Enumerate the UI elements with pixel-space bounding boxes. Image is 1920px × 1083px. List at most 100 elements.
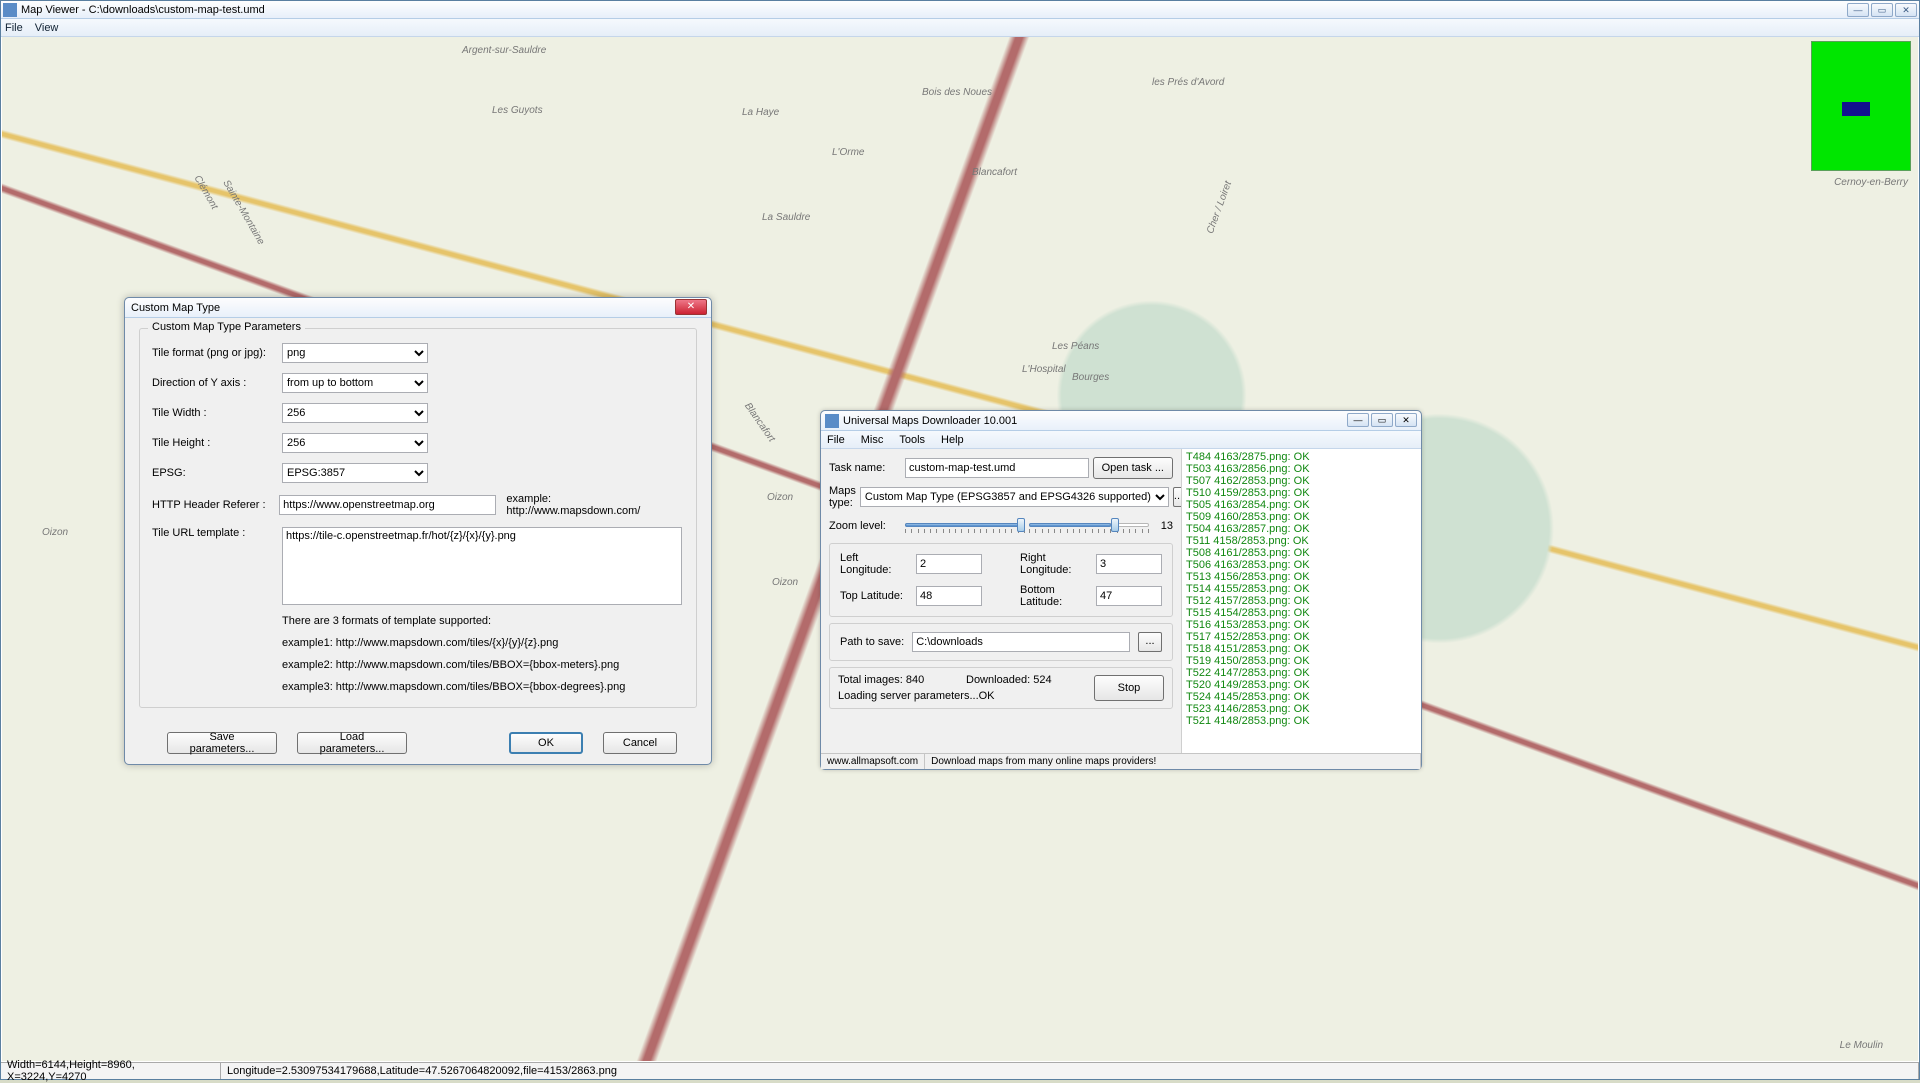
menu-help[interactable]: Help — [941, 434, 964, 446]
main-menubar: File View — [1, 19, 1919, 37]
downloaded-label: Downloaded: — [966, 674, 1030, 686]
log-line: T519 4150/2853.png: OK — [1186, 655, 1417, 667]
app-icon — [825, 414, 839, 428]
log-line: T522 4147/2853.png: OK — [1186, 667, 1417, 679]
place-label: les Prés d'Avord — [1152, 77, 1224, 88]
status-message: Download maps from many online maps prov… — [925, 754, 1421, 769]
overview-map[interactable] — [1811, 41, 1911, 171]
menu-file[interactable]: File — [5, 22, 23, 34]
path-browse-button[interactable]: ... — [1138, 632, 1162, 652]
log-hscroll[interactable] — [1182, 737, 1421, 753]
stop-button[interactable]: Stop — [1094, 675, 1164, 701]
url-template-input[interactable]: https://tile-c.openstreetmap.fr/hot/{z}/… — [282, 527, 682, 605]
download-log[interactable]: T484 4163/2875.png: OKT503 4163/2856.png… — [1182, 449, 1421, 737]
place-label: Cernoy-en-Berry — [1834, 177, 1908, 188]
cancel-button[interactable]: Cancel — [603, 732, 677, 754]
right-longitude-input[interactable] — [1096, 554, 1162, 574]
custom-map-type-dialog: Custom Map Type ✕ Custom Map Type Parame… — [124, 297, 712, 765]
log-line: T484 4163/2875.png: OK — [1186, 451, 1417, 463]
zoom-slider-max[interactable] — [1029, 515, 1149, 537]
total-images-value: 840 — [906, 674, 924, 686]
log-line: T506 4163/2853.png: OK — [1186, 559, 1417, 571]
downloader-titlebar[interactable]: Universal Maps Downloader 10.001 — ▭ ✕ — [821, 411, 1421, 431]
left-longitude-label: Left Longitude: — [840, 552, 908, 576]
path-input[interactable] — [912, 632, 1130, 652]
dialog-titlebar[interactable]: Custom Map Type ✕ — [125, 298, 711, 318]
menu-tools[interactable]: Tools — [899, 434, 925, 446]
downloaded-value: 524 — [1033, 674, 1051, 686]
top-latitude-input[interactable] — [916, 586, 982, 606]
right-longitude-label: Right Longitude: — [1020, 552, 1088, 576]
referer-example: example: http://www.mapsdown.com/ — [506, 493, 684, 517]
top-latitude-label: Top Latitude: — [840, 590, 908, 602]
parameters-groupbox: Custom Map Type Parameters Tile format (… — [139, 328, 697, 708]
slider-thumb[interactable] — [1017, 518, 1025, 532]
app-icon — [3, 3, 17, 17]
log-line: T517 4152/2853.png: OK — [1186, 631, 1417, 643]
log-line: T508 4161/2853.png: OK — [1186, 547, 1417, 559]
menu-misc[interactable]: Misc — [861, 434, 884, 446]
status-website: www.allmapsoft.com — [821, 754, 925, 769]
place-label: Le Moulin — [1840, 1040, 1883, 1051]
maximize-button[interactable]: ▭ — [1371, 413, 1393, 427]
zoom-slider-min[interactable] — [905, 515, 1025, 537]
tile-width-label: Tile Width : — [152, 407, 282, 419]
status-coordinates: Longitude=2.53097534179688,Latitude=47.5… — [221, 1063, 1919, 1079]
left-longitude-input[interactable] — [916, 554, 982, 574]
task-name-input[interactable] — [905, 458, 1089, 478]
referer-input[interactable] — [279, 495, 496, 515]
place-label: La Sauldre — [762, 212, 810, 223]
referer-label: HTTP Header Referer : — [152, 499, 279, 511]
menu-view[interactable]: View — [35, 22, 59, 34]
groupbox-label: Custom Map Type Parameters — [148, 321, 305, 333]
total-images-label: Total images: — [838, 674, 903, 686]
place-label: Les Péans — [1052, 341, 1099, 352]
place-label: Bourges — [1072, 372, 1109, 383]
epsg-select[interactable]: EPSG:3857 — [282, 463, 428, 483]
bottom-latitude-input[interactable] — [1096, 586, 1162, 606]
tile-width-select[interactable]: 256 — [282, 403, 428, 423]
main-titlebar[interactable]: Map Viewer - C:\downloads\custom-map-tes… — [1, 1, 1919, 19]
log-line: T503 4163/2856.png: OK — [1186, 463, 1417, 475]
minimize-button[interactable]: — — [1347, 413, 1369, 427]
menu-file[interactable]: File — [827, 434, 845, 446]
log-line: T512 4157/2853.png: OK — [1186, 595, 1417, 607]
log-line: T505 4163/2854.png: OK — [1186, 499, 1417, 511]
open-task-button[interactable]: Open task ... — [1093, 457, 1173, 479]
place-label: Blancafort — [972, 167, 1017, 178]
zoom-value: 13 — [1153, 520, 1173, 532]
place-label: Argent-sur-Sauldre — [462, 45, 546, 56]
place-label: Oizon — [772, 577, 798, 588]
place-label: L'Hospital — [1022, 364, 1066, 375]
close-button[interactable]: ✕ — [1895, 3, 1917, 17]
place-label: Les Guyots — [492, 105, 543, 116]
zoom-level-label: Zoom level: — [829, 520, 901, 532]
maximize-button[interactable]: ▭ — [1871, 3, 1893, 17]
close-button[interactable]: ✕ — [1395, 413, 1417, 427]
tile-height-select[interactable]: 256 — [282, 433, 428, 453]
load-parameters-button[interactable]: Load parameters... — [297, 732, 407, 754]
place-label: Oizon — [767, 492, 793, 503]
log-line: T514 4155/2853.png: OK — [1186, 583, 1417, 595]
overview-viewport[interactable] — [1842, 102, 1870, 116]
minimize-button[interactable]: — — [1847, 3, 1869, 17]
task-name-label: Task name: — [829, 462, 901, 474]
y-direction-select[interactable]: from up to bottom — [282, 373, 428, 393]
save-parameters-button[interactable]: Save parameters... — [167, 732, 277, 754]
log-line: T513 4156/2853.png: OK — [1186, 571, 1417, 583]
place-label: L'Orme — [832, 147, 864, 158]
ok-button[interactable]: OK — [509, 732, 583, 754]
tile-format-label: Tile format (png or jpg): — [152, 347, 282, 359]
tile-format-select[interactable]: png — [282, 343, 428, 363]
maps-type-select[interactable]: Custom Map Type (EPSG3857 and EPSG4326 s… — [860, 487, 1169, 507]
dialog-close-button[interactable]: ✕ — [675, 299, 707, 315]
downloader-title: Universal Maps Downloader 10.001 — [843, 415, 1017, 427]
slider-thumb[interactable] — [1111, 518, 1119, 532]
main-statusbar: Width=6144,Height=8960, X=3224,Y=4270 Lo… — [1, 1062, 1919, 1079]
url-template-label: Tile URL template : — [152, 527, 282, 539]
place-label: Oizon — [42, 527, 68, 538]
download-stats: Total images: 840 Downloaded: 524 Stop L… — [829, 667, 1173, 709]
dialog-title: Custom Map Type — [131, 302, 220, 314]
log-line: T521 4148/2853.png: OK — [1186, 715, 1417, 727]
path-group: Path to save: ... — [829, 623, 1173, 661]
